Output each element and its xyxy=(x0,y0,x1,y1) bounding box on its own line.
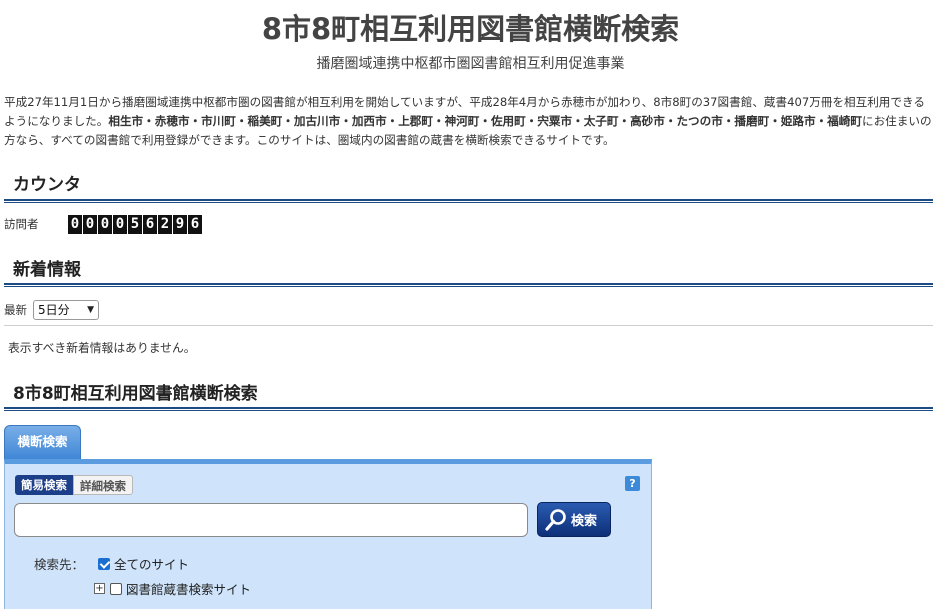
all-sites-label: 全てのサイト xyxy=(114,557,190,572)
counter-digit: 0 xyxy=(98,215,112,234)
search-button[interactable]: 検索 xyxy=(537,502,611,537)
news-heading-rule xyxy=(4,283,933,287)
help-icon[interactable]: ? xyxy=(625,476,640,491)
counter-digit: 6 xyxy=(143,215,157,234)
news-empty-message: 表示すべき新着情報はありません。 xyxy=(8,341,196,355)
counter-digit: 0 xyxy=(83,215,97,234)
news-heading: 新着情報 xyxy=(13,260,81,280)
visitor-counter: 0 0 0 0 5 6 2 9 6 xyxy=(68,215,203,234)
page-subtitle: 播磨圏域連携中枢都市圏図書館相互利用促進事業 xyxy=(316,56,625,72)
library-sites-option[interactable]: + 図書館蔵書検索サイト xyxy=(94,579,251,598)
tab-cross-search[interactable]: 横断検索 xyxy=(4,425,81,460)
intro-municipalities: 相生市・赤穂市・市川町・稲美町・加古川市・加西市・上郡町・神河町・佐用町・宍粟市… xyxy=(108,114,862,128)
counter-digit: 0 xyxy=(68,215,82,234)
counter-heading: カウンタ xyxy=(13,175,81,195)
all-sites-checkbox[interactable] xyxy=(98,558,110,570)
counter-digit: 5 xyxy=(128,215,142,234)
search-mode-tabs: 簡易検索 詳細検索 xyxy=(15,475,133,495)
search-target-label: 検索先： xyxy=(34,557,85,572)
expand-plus-icon[interactable]: + xyxy=(94,583,105,594)
counter-digit: 0 xyxy=(113,215,127,234)
tab-simple-search[interactable]: 簡易検索 xyxy=(15,475,73,495)
library-sites-checkbox[interactable] xyxy=(110,582,122,595)
latest-label: 最新 xyxy=(4,303,27,317)
counter-digit: 6 xyxy=(188,215,202,234)
page-title: 8市8町相互利用図書館横断検索 xyxy=(261,12,680,46)
counter-heading-rule xyxy=(4,199,933,203)
library-sites-label: 図書館蔵書検索サイト xyxy=(126,582,252,597)
search-heading-rule xyxy=(4,407,933,411)
visitor-label: 訪問者 xyxy=(4,217,39,231)
news-divider xyxy=(4,325,933,326)
tab-detail-search[interactable]: 詳細検索 xyxy=(73,475,133,495)
search-input[interactable] xyxy=(14,503,528,537)
counter-digit: 2 xyxy=(158,215,172,234)
magnifier-icon xyxy=(545,508,566,531)
chevron-down-icon: ▼ xyxy=(87,305,94,315)
all-sites-option[interactable]: 全てのサイト xyxy=(98,554,189,573)
cross-search-panel: 簡易検索 詳細検索 ? 検索 検索先： 全てのサイト + 図書館蔵書検索サイト xyxy=(4,459,652,609)
search-heading: 8市8町相互利用図書館横断検索 xyxy=(13,384,258,404)
counter-digit: 9 xyxy=(173,215,187,234)
intro-paragraph: 平成27年11月1日から播磨圏域連携中枢都市圏の図書館が相互利用を開始しています… xyxy=(4,93,934,150)
news-period-value: 5日分 xyxy=(38,303,70,317)
search-button-label: 検索 xyxy=(571,514,598,529)
news-period-select[interactable]: 5日分 ▼ xyxy=(33,300,99,320)
